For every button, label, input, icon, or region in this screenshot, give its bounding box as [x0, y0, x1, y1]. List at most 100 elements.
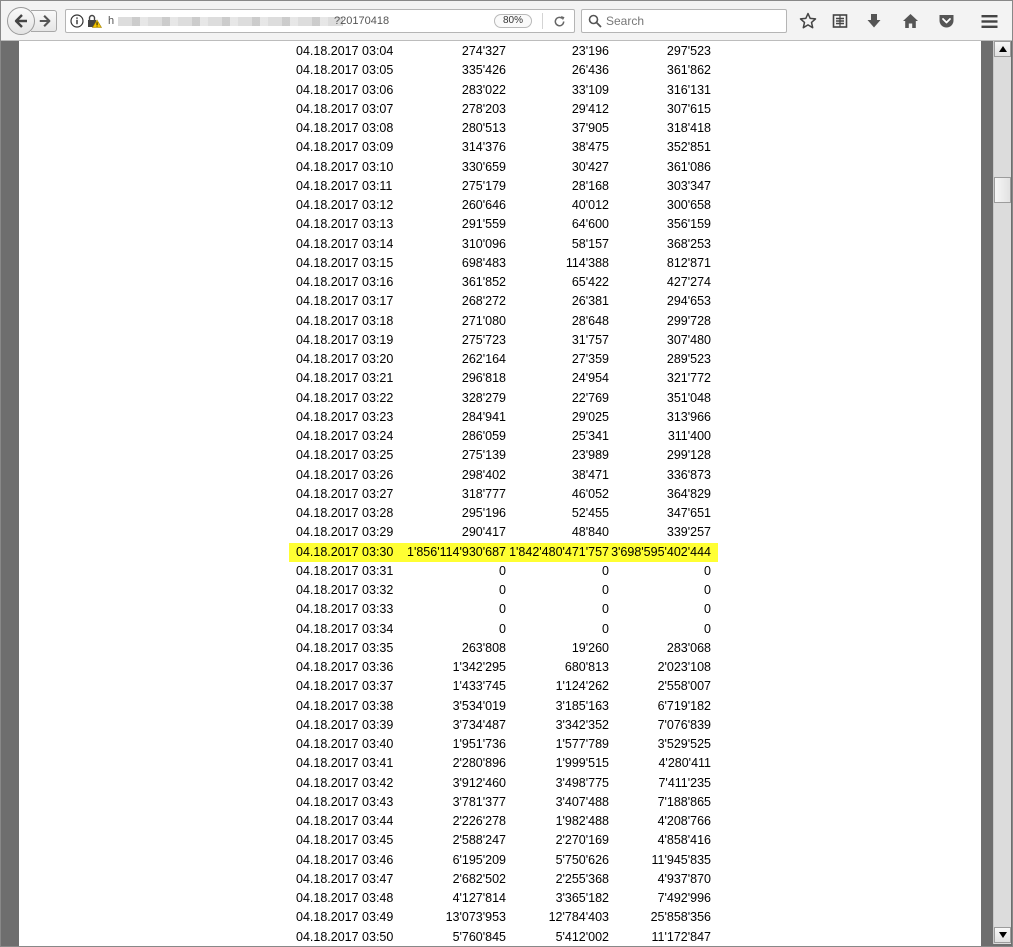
- table-row: 04.18.2017 03:38 3'534'019 3'185'163 6'719'…: [289, 697, 718, 716]
- value-cell: 361'852: [461, 275, 506, 290]
- value-cell: 5'760'845: [452, 929, 506, 944]
- scrollbar-thumb[interactable]: [994, 177, 1011, 203]
- reading-list-button[interactable]: [829, 10, 851, 32]
- value-cell: 263'808: [461, 640, 506, 655]
- timestamp-cell: 04.18.2017 03:50: [296, 929, 394, 944]
- timestamp-cell: 04.18.2017 03:08: [296, 121, 394, 136]
- value-cell: 48'840: [571, 525, 609, 540]
- total-cell: 300'658: [666, 198, 711, 213]
- total-cell: 351'048: [666, 390, 711, 405]
- value-cell: 28'648: [571, 313, 609, 328]
- timestamp-cell: 04.18.2017 03:17: [296, 294, 394, 309]
- page-content-area: 04.18.2017 03:04 274'327 23'196 297'523 04.1…: [1, 41, 1012, 946]
- timestamp-cell: 04.18.2017 03:29: [296, 525, 394, 540]
- timestamp-cell: 04.18.2017 03:20: [296, 352, 394, 367]
- url-bar[interactable]: h ?20170418 80%: [65, 9, 575, 33]
- timestamp-cell: 04.18.2017 03:37: [296, 679, 394, 694]
- value-cell: 0: [602, 602, 609, 617]
- value-cell: 280'513: [461, 121, 506, 136]
- table-row: 04.18.2017 03:37 1'433'745 1'124'262 2'558'…: [289, 677, 718, 696]
- search-bar[interactable]: [581, 9, 787, 33]
- timestamp-cell: 04.18.2017 03:07: [296, 101, 394, 116]
- total-cell: 25'858'356: [650, 910, 711, 925]
- value-cell: 3'734'487: [452, 717, 506, 732]
- scroll-down-button[interactable]: [994, 927, 1011, 943]
- url-text[interactable]: h ?20170418: [108, 14, 398, 28]
- total-cell: 283'068: [666, 640, 711, 655]
- value-cell: 0: [602, 563, 609, 578]
- table-row: 04.18.2017 03:07 278'203 29'412 307'615: [289, 100, 718, 119]
- downloads-button[interactable]: [863, 10, 885, 32]
- value-cell: 1'856'114'930'687: [407, 542, 506, 562]
- timestamp-cell: 04.18.2017 03:06: [296, 82, 394, 97]
- value-cell: 296'818: [461, 371, 506, 386]
- table-row: 04.18.2017 03:14 310'096 58'157 368'253: [289, 235, 718, 254]
- total-cell: 313'966: [666, 409, 711, 424]
- zoom-reset-button[interactable]: 80%: [494, 14, 532, 28]
- back-button[interactable]: [7, 7, 35, 35]
- table-body: 04.18.2017 03:04 274'327 23'196 297'523 04.1…: [289, 42, 718, 946]
- total-cell: 4'280'411: [658, 756, 711, 771]
- timestamp-cell: 04.18.2017 03:13: [296, 217, 394, 232]
- scrollbar-track[interactable]: [993, 41, 1011, 944]
- value-cell: 27'359: [571, 352, 609, 367]
- total-cell: 364'829: [666, 486, 711, 501]
- value-cell: 295'196: [461, 506, 506, 521]
- value-cell: 335'426: [461, 63, 506, 78]
- reload-button[interactable]: [550, 13, 568, 29]
- total-cell: 307'615: [666, 101, 711, 116]
- timestamp-cell: 04.18.2017 03:24: [296, 429, 394, 444]
- table-row: 04.18.2017 03:04 274'327 23'196 297'523: [289, 42, 718, 61]
- total-cell: 347'651: [666, 506, 711, 521]
- value-cell: 1'951'736: [452, 737, 506, 752]
- value-cell: 3'342'352: [555, 717, 609, 732]
- value-cell: 698'483: [461, 255, 506, 270]
- table-row: 04.18.2017 03:26 298'402 38'471 336'873: [289, 466, 718, 485]
- value-cell: 2'280'896: [452, 756, 506, 771]
- timestamp-cell: 04.18.2017 03:22: [296, 390, 394, 405]
- value-cell: 260'646: [461, 198, 506, 213]
- browser-toolbar: h ?20170418 80%: [1, 1, 1012, 41]
- table-row: 04.18.2017 03:05 335'426 26'436 361'862: [289, 61, 718, 80]
- bookmark-star-button[interactable]: [797, 10, 819, 32]
- forward-arrow-icon: [39, 15, 51, 27]
- value-cell: 284'941: [461, 409, 506, 424]
- total-cell: 336'873: [666, 467, 711, 482]
- timestamp-cell: 04.18.2017 03:46: [296, 852, 394, 867]
- scroll-up-button[interactable]: [994, 41, 1011, 57]
- value-cell: 275'139: [461, 448, 506, 463]
- search-input[interactable]: [606, 14, 776, 28]
- value-cell: 1'982'488: [555, 814, 609, 829]
- value-cell: 0: [602, 583, 609, 598]
- timestamp-cell: 04.18.2017 03:40: [296, 737, 394, 752]
- value-cell: 275'179: [461, 178, 506, 193]
- table-row-highlighted: 04.18.2017 03:30 1'856'114'930'687 1'842'4…: [289, 542, 718, 562]
- open-menu-button[interactable]: [978, 10, 1000, 32]
- site-identity-button[interactable]: [66, 14, 102, 28]
- value-cell: 12'784'403: [548, 910, 609, 925]
- table-row: 04.18.2017 03:34 0 0 0: [289, 620, 718, 639]
- value-cell: 33'109: [571, 82, 609, 97]
- search-engine-button[interactable]: [584, 14, 606, 28]
- value-cell: 318'777: [461, 486, 506, 501]
- table-row: 04.18.2017 03:18 271'080 28'648 299'728: [289, 312, 718, 331]
- table-row: 04.18.2017 03:43 3'781'377 3'407'488 7'188'…: [289, 793, 718, 812]
- download-icon: [867, 14, 881, 28]
- table-row: 04.18.2017 03:42 3'912'460 3'498'775 7'411'…: [289, 774, 718, 793]
- total-cell: 4'858'416: [657, 833, 711, 848]
- total-cell: 297'523: [666, 44, 711, 59]
- value-cell: 1'124'262: [555, 679, 609, 694]
- timestamp-cell: 04.18.2017 03:09: [296, 140, 394, 155]
- timestamp-cell: 04.18.2017 03:41: [296, 756, 394, 771]
- vertical-scrollbar[interactable]: [981, 41, 1012, 946]
- table-row: 04.18.2017 03:44 2'226'278 1'982'488 4'208'…: [289, 812, 718, 831]
- timestamp-cell: 04.18.2017 03:44: [296, 814, 394, 829]
- value-cell: 5'412'002: [555, 929, 609, 944]
- timestamp-cell: 04.18.2017 03:27: [296, 486, 394, 501]
- table-row: 04.18.2017 03:25 275'139 23'989 299'128: [289, 446, 718, 465]
- value-cell: 13'073'953: [445, 910, 506, 925]
- timestamp-cell: 04.18.2017 03:21: [296, 371, 394, 386]
- home-button[interactable]: [899, 10, 921, 32]
- table-row: 04.18.2017 03:11 275'179 28'168 303'347: [289, 177, 718, 196]
- pocket-button[interactable]: [935, 10, 957, 32]
